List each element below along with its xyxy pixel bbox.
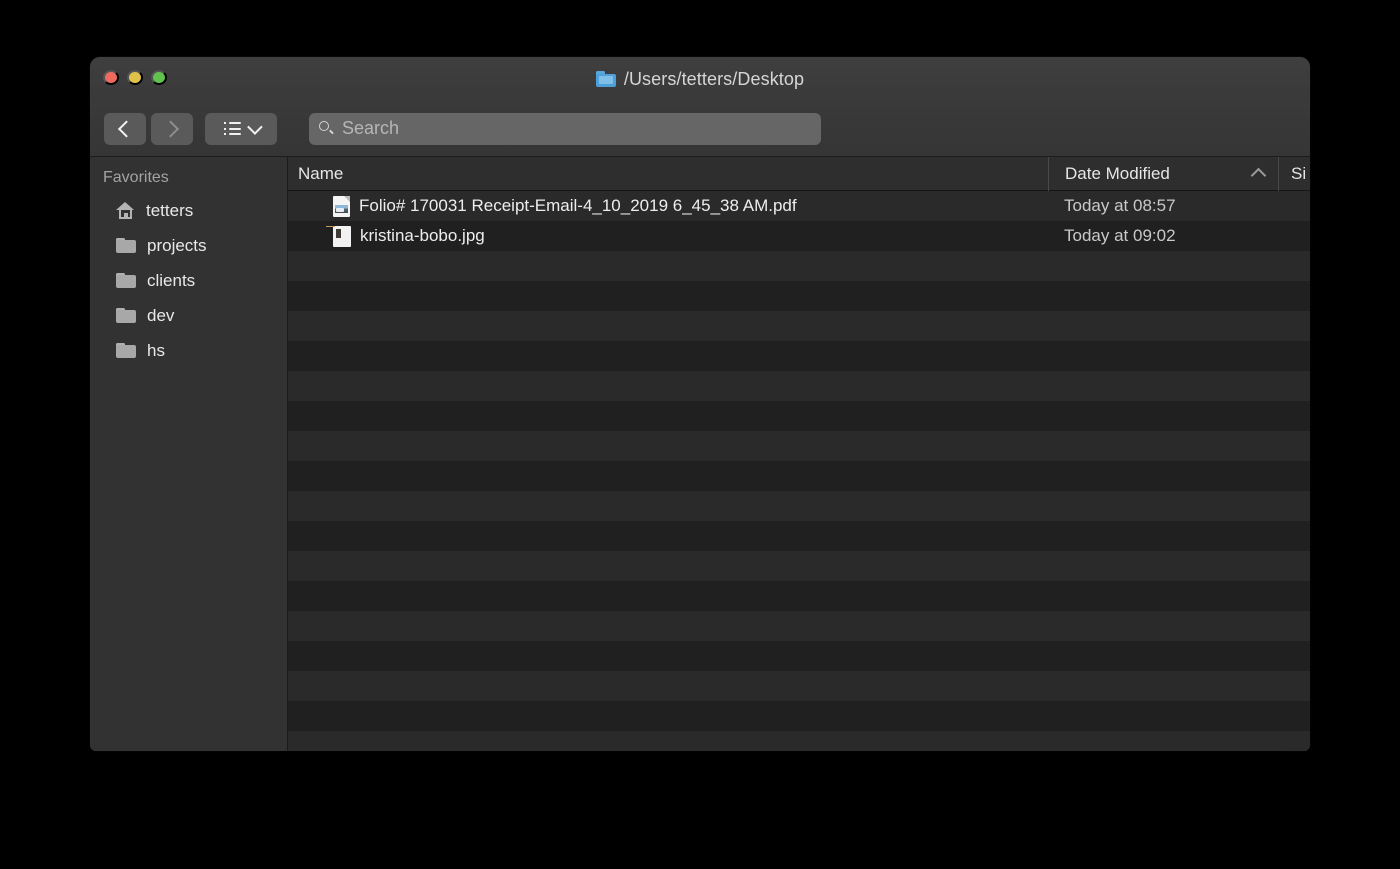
column-header-date-label: Date Modified bbox=[1065, 163, 1170, 183]
file-date-cell: Today at 09:02 bbox=[1064, 226, 1176, 245]
column-header-name[interactable]: Name bbox=[288, 157, 1048, 191]
empty-row[interactable] bbox=[288, 641, 1310, 671]
window-title: /Users/tetters/Desktop bbox=[90, 57, 1310, 101]
empty-row[interactable] bbox=[288, 611, 1310, 641]
empty-row[interactable] bbox=[288, 311, 1310, 341]
empty-row[interactable] bbox=[288, 431, 1310, 461]
sidebar-section-favorites: Favorites bbox=[103, 169, 169, 186]
caret-up-icon bbox=[1250, 167, 1267, 184]
sidebar-item-label: hs bbox=[147, 340, 165, 360]
empty-row[interactable] bbox=[288, 521, 1310, 551]
navigation-buttons bbox=[104, 112, 193, 145]
file-name-label: kristina-bobo.jpg bbox=[360, 226, 485, 245]
forward-button[interactable] bbox=[151, 112, 193, 145]
chevron-left-icon bbox=[117, 120, 135, 137]
search-input[interactable]: Search bbox=[309, 112, 821, 145]
column-header-date-modified[interactable]: Date Modified bbox=[1048, 157, 1278, 191]
folder-icon bbox=[116, 307, 136, 324]
table-row[interactable]: kristina-bobo.jpg Today at 09:02 bbox=[288, 221, 1310, 251]
sidebar: Favorites tetters projects clients dev h… bbox=[90, 157, 288, 751]
empty-row[interactable] bbox=[288, 341, 1310, 371]
folder-icon bbox=[116, 272, 136, 289]
sidebar-item-dev[interactable]: dev bbox=[90, 298, 287, 333]
desktop-background: /Users/tetters/Desktop Search Favorites … bbox=[0, 0, 1400, 869]
window-title-text: /Users/tetters/Desktop bbox=[623, 68, 805, 89]
finder-window: /Users/tetters/Desktop Search Favorites … bbox=[90, 57, 1310, 751]
window-toolbar: Search bbox=[90, 101, 1310, 157]
folder-icon bbox=[116, 342, 136, 359]
empty-row[interactable] bbox=[288, 401, 1310, 431]
file-date-cell: Today at 08:57 bbox=[1064, 196, 1176, 215]
folder-icon bbox=[116, 237, 136, 254]
file-name-cell: kristina-bobo.jpg bbox=[288, 225, 1048, 247]
jpg-file-icon bbox=[333, 225, 351, 247]
pdf-file-icon bbox=[333, 195, 350, 217]
empty-row[interactable] bbox=[288, 701, 1310, 731]
column-header-size[interactable]: Si bbox=[1278, 157, 1310, 191]
sidebar-item-label: projects bbox=[147, 235, 207, 255]
maximize-button[interactable] bbox=[151, 70, 167, 85]
search-placeholder: Search bbox=[342, 118, 400, 138]
sidebar-item-label: tetters bbox=[146, 200, 194, 220]
empty-row[interactable] bbox=[288, 581, 1310, 611]
chevron-right-icon bbox=[162, 120, 180, 137]
column-header-name-label: Name bbox=[298, 163, 344, 183]
sidebar-item-label: dev bbox=[147, 305, 175, 325]
column-header-row: Name Date Modified Si bbox=[288, 157, 1310, 191]
file-name-cell: Folio# 170031 Receipt-Email-4_10_2019 6_… bbox=[288, 195, 1048, 217]
empty-row[interactable] bbox=[288, 671, 1310, 701]
chevron-down-icon bbox=[246, 119, 263, 135]
traffic-light-controls bbox=[103, 70, 167, 85]
empty-row[interactable] bbox=[288, 551, 1310, 581]
file-rows: Folio# 170031 Receipt-Email-4_10_2019 6_… bbox=[288, 191, 1310, 751]
list-view-icon bbox=[223, 122, 241, 135]
view-options-button[interactable] bbox=[205, 112, 277, 145]
window-titlebar[interactable]: /Users/tetters/Desktop bbox=[90, 57, 1310, 101]
empty-row[interactable] bbox=[288, 461, 1310, 491]
sidebar-item-label: clients bbox=[147, 270, 196, 290]
file-name-label: Folio# 170031 Receipt-Email-4_10_2019 6_… bbox=[359, 196, 797, 215]
sidebar-item-tetters[interactable]: tetters bbox=[90, 193, 287, 228]
empty-row[interactable] bbox=[288, 251, 1310, 281]
back-button[interactable] bbox=[104, 112, 146, 145]
empty-row[interactable] bbox=[288, 281, 1310, 311]
blue-folder-icon bbox=[595, 71, 616, 87]
window-body: Favorites tetters projects clients dev h… bbox=[90, 157, 1310, 751]
sidebar-item-projects[interactable]: projects bbox=[90, 228, 287, 263]
table-row[interactable]: Folio# 170031 Receipt-Email-4_10_2019 6_… bbox=[288, 191, 1310, 221]
sidebar-item-clients[interactable]: clients bbox=[90, 263, 287, 298]
file-list: Name Date Modified Si Folio# 170031 Rece… bbox=[288, 157, 1310, 751]
home-icon bbox=[116, 202, 135, 219]
empty-row[interactable] bbox=[288, 731, 1310, 751]
minimize-button[interactable] bbox=[127, 70, 143, 85]
column-header-size-label: Si bbox=[1291, 163, 1307, 183]
empty-row[interactable] bbox=[288, 371, 1310, 401]
empty-row[interactable] bbox=[288, 491, 1310, 521]
search-icon bbox=[319, 121, 334, 136]
close-button[interactable] bbox=[103, 70, 119, 85]
sidebar-item-hs[interactable]: hs bbox=[90, 333, 287, 368]
